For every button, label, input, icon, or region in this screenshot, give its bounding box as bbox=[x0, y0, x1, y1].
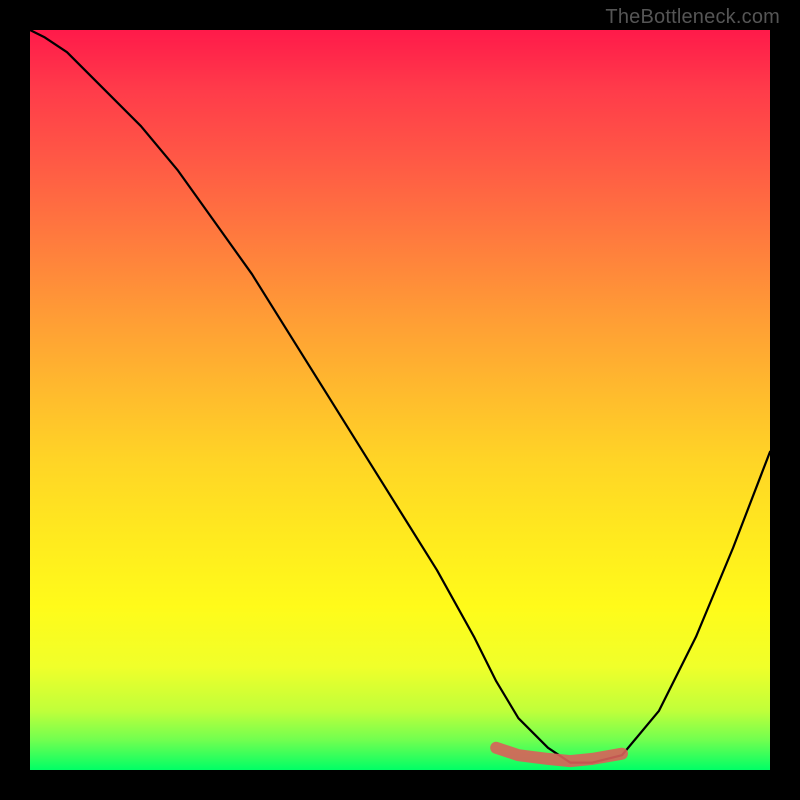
optimal-highlight-line bbox=[496, 748, 622, 761]
watermark-text: TheBottleneck.com bbox=[605, 6, 780, 29]
chart-plot-area bbox=[30, 30, 770, 770]
chart-svg bbox=[30, 30, 770, 770]
bottleneck-curve-line bbox=[30, 30, 770, 763]
